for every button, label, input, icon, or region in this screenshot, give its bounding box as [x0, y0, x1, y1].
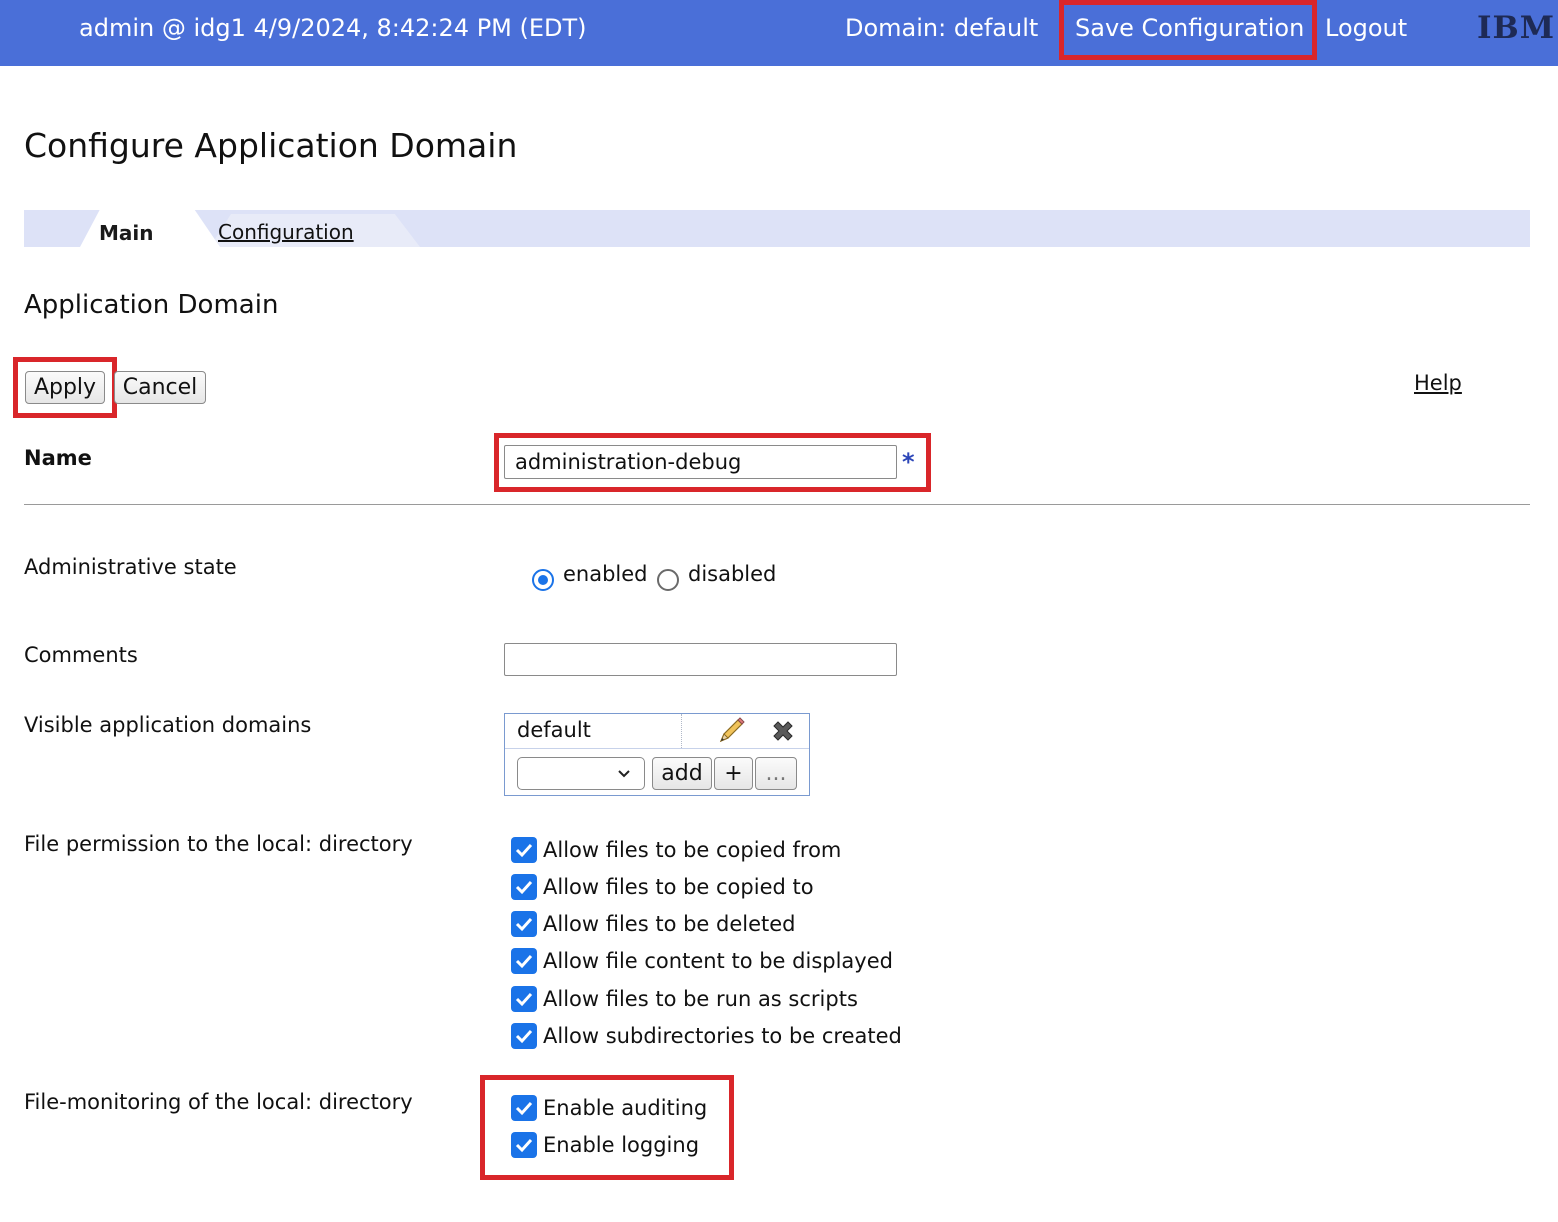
- checkbox-delete-label: Allow files to be deleted: [543, 912, 796, 936]
- section-title: Application Domain: [24, 290, 279, 320]
- pencil-icon[interactable]: [715, 715, 747, 747]
- check-icon: [515, 843, 533, 858]
- domain-item-name: default: [517, 718, 591, 742]
- more-button[interactable]: ...: [755, 757, 797, 790]
- chevron-down-icon: [616, 765, 632, 781]
- tab-configuration[interactable]: Configuration: [218, 220, 354, 244]
- list-item: default: [505, 714, 809, 749]
- plus-button[interactable]: +: [714, 757, 753, 790]
- check-icon: [515, 1029, 533, 1044]
- disabled-radio[interactable]: [657, 569, 679, 591]
- user-session-info: admin @ idg1 4/9/2024, 8:42:24 PM (EDT): [79, 14, 587, 42]
- help-link[interactable]: Help: [1414, 371, 1462, 395]
- name-label: Name: [24, 446, 92, 470]
- comments-label: Comments: [24, 643, 138, 667]
- visible-domains-label: Visible application domains: [24, 713, 312, 737]
- ibm-logo: IBM: [1477, 10, 1556, 46]
- checkbox-copy-to-label: Allow files to be copied to: [543, 875, 814, 899]
- divider: [24, 504, 1530, 505]
- tab-main[interactable]: Main: [99, 221, 154, 245]
- checkbox-subdirectories[interactable]: [511, 1023, 537, 1049]
- page-title: Configure Application Domain: [24, 126, 518, 165]
- logout-link[interactable]: Logout: [1325, 14, 1407, 42]
- check-icon: [515, 880, 533, 895]
- cancel-button[interactable]: Cancel: [114, 371, 206, 404]
- highlight-name-field: [494, 433, 931, 492]
- check-icon: [515, 917, 533, 932]
- file-permission-label: File permission to the local: directory: [24, 832, 413, 856]
- column-separator: [681, 714, 683, 748]
- checkbox-copy-to[interactable]: [511, 874, 537, 900]
- check-icon: [515, 954, 533, 969]
- checkbox-copy-from-label: Allow files to be copied from: [543, 838, 842, 862]
- highlight-save-configuration: [1059, 0, 1317, 60]
- admin-state-label: Administrative state: [24, 555, 237, 579]
- check-icon: [515, 992, 533, 1007]
- checkbox-display-label: Allow file content to be displayed: [543, 949, 893, 973]
- domain-select[interactable]: [517, 757, 645, 790]
- checkbox-run-scripts[interactable]: [511, 986, 537, 1012]
- enabled-radio-label: enabled: [563, 562, 648, 586]
- highlight-file-monitoring: [480, 1075, 734, 1180]
- highlight-apply: [13, 357, 117, 418]
- comments-field[interactable]: [504, 643, 897, 676]
- enabled-radio[interactable]: [532, 569, 554, 591]
- checkbox-copy-from[interactable]: [511, 837, 537, 863]
- checkbox-delete[interactable]: [511, 911, 537, 937]
- checkbox-display[interactable]: [511, 948, 537, 974]
- top-bar: admin @ idg1 4/9/2024, 8:42:24 PM (EDT) …: [0, 0, 1558, 66]
- delete-icon[interactable]: [769, 717, 797, 745]
- checkbox-run-scripts-label: Allow files to be run as scripts: [543, 987, 858, 1011]
- visible-domains-list: default add + ...: [504, 713, 810, 796]
- current-domain: Domain: default: [845, 14, 1039, 42]
- disabled-radio-label: disabled: [688, 562, 777, 586]
- file-monitoring-label: File-monitoring of the local: directory: [24, 1090, 413, 1114]
- add-domain-button[interactable]: add: [652, 757, 712, 790]
- checkbox-subdirectories-label: Allow subdirectories to be created: [543, 1024, 902, 1048]
